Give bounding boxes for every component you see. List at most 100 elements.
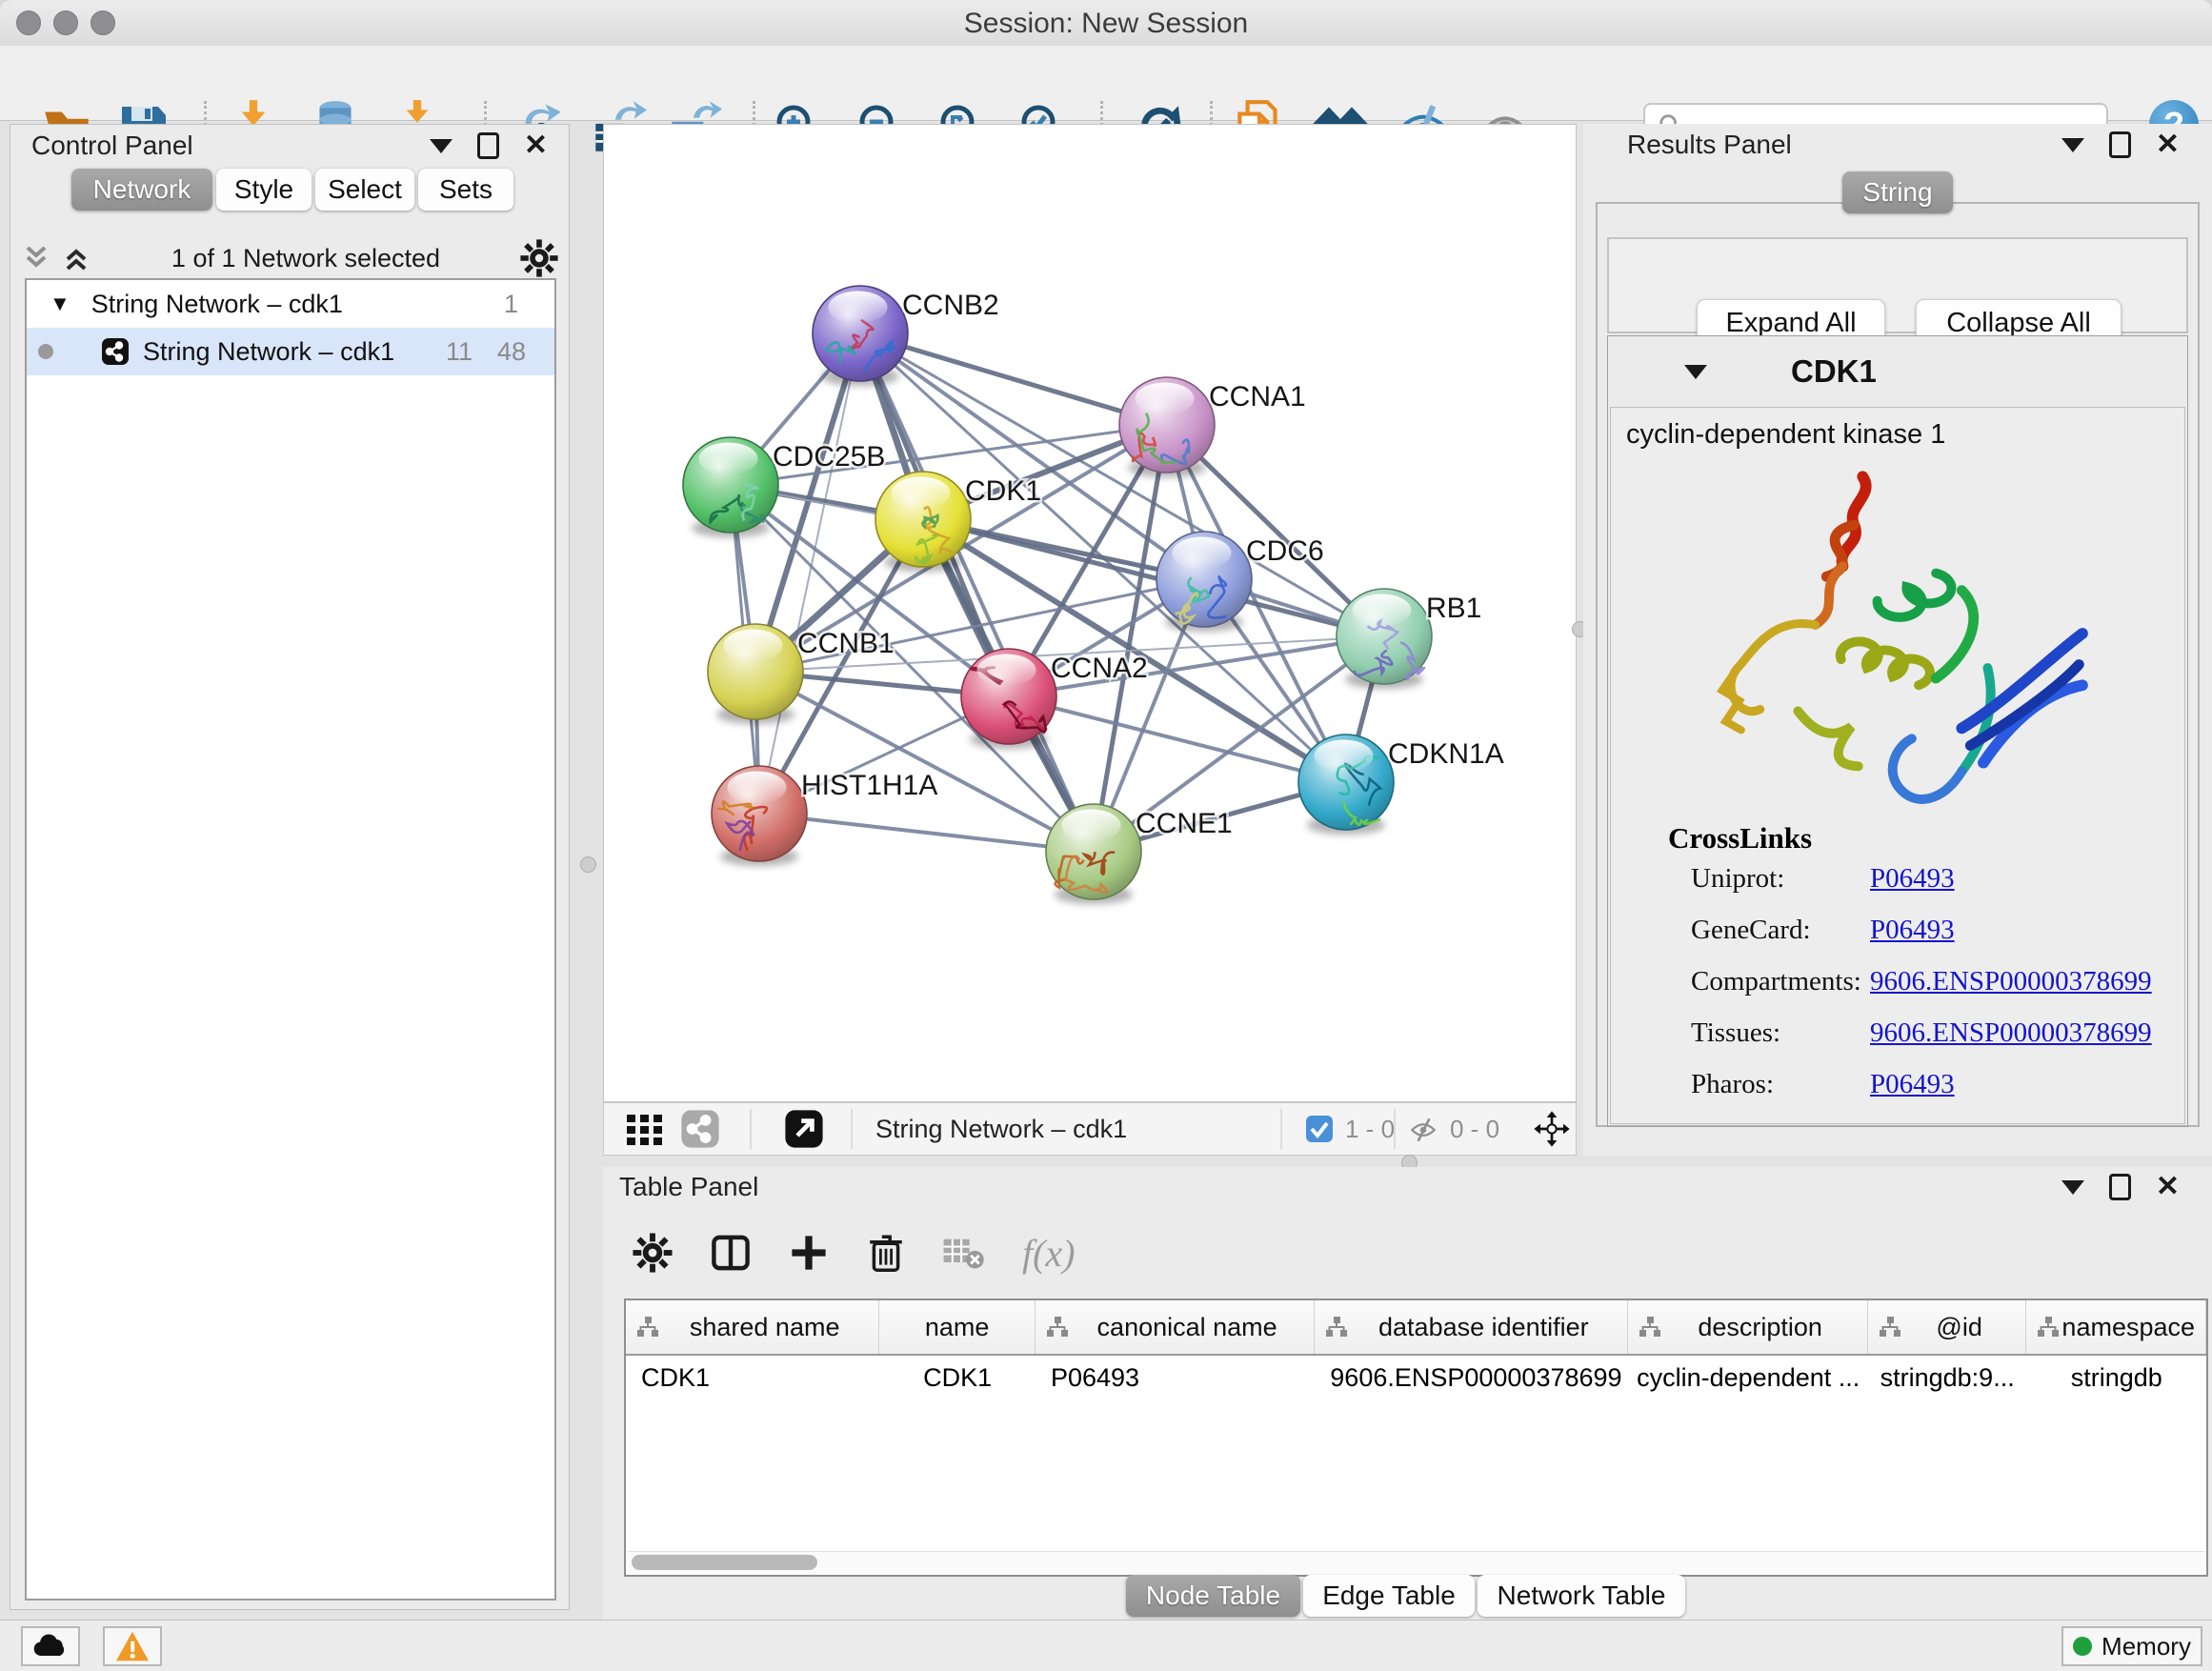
delete-trash-icon[interactable] bbox=[866, 1232, 906, 1274]
network-collection-row[interactable]: ▼ String Network – cdk1 1 bbox=[27, 280, 554, 328]
node-CDK1[interactable] bbox=[875, 472, 971, 572]
protein-structure-image bbox=[1654, 461, 2149, 823]
panel-menu-icon[interactable] bbox=[2061, 1180, 2084, 1195]
gene-section-header[interactable]: CDK1 bbox=[1608, 336, 2187, 407]
gene-description: cyclin-dependent kinase 1 bbox=[1626, 419, 1945, 451]
hidden-indicator: 0 - 0 bbox=[1406, 1103, 1499, 1155]
scrollbar-thumb[interactable] bbox=[632, 1555, 817, 1570]
tab-string[interactable]: String bbox=[1842, 171, 1953, 213]
show-columns-icon[interactable] bbox=[710, 1232, 752, 1274]
tab-sets[interactable]: Sets bbox=[418, 169, 513, 211]
close-panel-icon[interactable]: ✕ bbox=[2156, 134, 2180, 155]
warning-icon bbox=[114, 1630, 151, 1662]
fit-selected-button[interactable] bbox=[1533, 1103, 1571, 1155]
column-header-description[interactable]: description bbox=[1628, 1300, 1867, 1354]
column-header-name[interactable]: name bbox=[879, 1300, 1036, 1354]
panel-menu-icon[interactable] bbox=[430, 139, 452, 153]
float-panel-icon[interactable] bbox=[2109, 131, 2131, 158]
table-row[interactable]: CDK1CDK1P064939606.ENSP00000378699cyclin… bbox=[626, 1356, 2206, 1399]
hidden-counts: 0 - 0 bbox=[1450, 1115, 1499, 1144]
expand-all-chevron-icon[interactable] bbox=[20, 244, 52, 272]
crosslink-link[interactable]: P06493 bbox=[1870, 915, 1955, 946]
add-column-plus-icon[interactable] bbox=[788, 1232, 830, 1274]
tab-style[interactable]: Style bbox=[216, 169, 312, 211]
tab-network-table[interactable]: Network Table bbox=[1478, 1575, 1685, 1617]
column-type-icon bbox=[1045, 1316, 1070, 1339]
export-arrow-icon bbox=[784, 1109, 824, 1149]
float-panel-icon[interactable] bbox=[2109, 1174, 2131, 1200]
cloud-icon bbox=[31, 1633, 70, 1660]
tree-expander-icon[interactable]: ▼ bbox=[50, 292, 70, 316]
gene-section: CDK1 cyclin-dependent kinase 1 bbox=[1607, 335, 2188, 1127]
column-header--id[interactable]: @id bbox=[1868, 1300, 2027, 1354]
main-toolbar: ? bbox=[0, 46, 2212, 121]
close-panel-icon[interactable]: ✕ bbox=[524, 135, 548, 156]
column-header-namespace[interactable]: namespace bbox=[2026, 1300, 2206, 1354]
network-tree: ▼ String Network – cdk1 1 String Network… bbox=[25, 278, 556, 1601]
table-horizontal-scrollbar[interactable] bbox=[628, 1551, 2204, 1573]
table-panel: Table Panel ✕ f(x) shared namenamecanoni… bbox=[603, 1167, 2212, 1620]
network-type-button[interactable] bbox=[680, 1103, 720, 1155]
column-type-icon bbox=[1878, 1316, 1902, 1339]
crosslink-link[interactable]: 9606.ENSP00000378699 bbox=[1870, 1017, 2152, 1049]
tab-edge-table[interactable]: Edge Table bbox=[1303, 1575, 1475, 1617]
node-label-CDKN1A: CDKN1A bbox=[1388, 738, 1504, 770]
table-settings-gear-icon[interactable] bbox=[632, 1232, 674, 1274]
edge-count: 48 bbox=[497, 337, 526, 367]
column-type-icon bbox=[1324, 1316, 1349, 1339]
network-view-canvas[interactable]: CCNB2CCNA1CDC25BCDK1CDC6RB1CCNB1CCNA2CDK… bbox=[603, 124, 1577, 1102]
vertical-splitter-handle[interactable] bbox=[580, 856, 596, 873]
gear-icon[interactable] bbox=[519, 238, 559, 278]
crosslink-link[interactable]: 9606.ENSP00000378699 bbox=[1870, 966, 2152, 997]
current-network-dot-icon bbox=[38, 344, 53, 359]
tab-node-table[interactable]: Node Table bbox=[1126, 1575, 1300, 1617]
float-panel-icon[interactable] bbox=[477, 132, 499, 159]
statusbar-separator bbox=[1280, 1109, 1282, 1149]
crosslink-link[interactable]: P06493 bbox=[1870, 1069, 1955, 1100]
network-row-selected[interactable]: String Network – cdk1 11 48 bbox=[27, 328, 554, 375]
table-cell: stringdb:9... bbox=[1868, 1363, 2027, 1393]
column-header-database-identifier[interactable]: database identifier bbox=[1315, 1300, 1628, 1354]
table-cell: 9606.ENSP00000378699 bbox=[1315, 1363, 1628, 1393]
node-CDC6[interactable] bbox=[1156, 532, 1252, 632]
crosshair-icon bbox=[1533, 1110, 1571, 1148]
column-type-icon bbox=[2036, 1316, 2061, 1339]
node-CDKN1A[interactable] bbox=[1298, 735, 1394, 835]
app-window: Session: New Session bbox=[0, 0, 2212, 1671]
tab-select[interactable]: Select bbox=[315, 169, 414, 211]
node-RB1[interactable] bbox=[1337, 589, 1432, 689]
node-CDC25B[interactable] bbox=[683, 437, 778, 537]
crosslink-label: Pharos: bbox=[1691, 1069, 1774, 1100]
column-type-icon bbox=[635, 1316, 660, 1339]
string-results-container: Expand All Collapse All CDK1 cyclin-depe… bbox=[1596, 202, 2200, 1127]
table-cell: P06493 bbox=[1036, 1363, 1315, 1393]
node-CCNB1[interactable] bbox=[708, 624, 803, 724]
birds-eye-view-button[interactable] bbox=[623, 1103, 667, 1155]
collection-name: String Network – cdk1 bbox=[91, 290, 343, 319]
node-CCNE1[interactable] bbox=[1046, 804, 1141, 904]
table-cell: stringdb bbox=[2026, 1363, 2206, 1393]
edge-HIST1H1A-CCNE1 bbox=[759, 814, 1094, 852]
tab-network[interactable]: Network bbox=[71, 169, 212, 211]
network-graph[interactable]: CCNB2CCNA1CDC25BCDK1CDC6RB1CCNB1CCNA2CDK… bbox=[604, 125, 1576, 1101]
memory-status-dot bbox=[2073, 1637, 2092, 1656]
column-header-shared-name[interactable]: shared name bbox=[626, 1300, 879, 1354]
node-label-CCNB1: CCNB1 bbox=[797, 628, 895, 659]
node-HIST1H1A[interactable] bbox=[712, 766, 807, 866]
warnings-button[interactable] bbox=[103, 1626, 162, 1666]
section-expander-icon[interactable] bbox=[1684, 365, 1707, 379]
node-label-CCNB2: CCNB2 bbox=[902, 290, 999, 321]
table-header-row: shared namenamecanonical namedatabase id… bbox=[626, 1300, 2206, 1356]
collapse-all-chevron-icon[interactable] bbox=[60, 244, 92, 272]
column-header-canonical-name[interactable]: canonical name bbox=[1036, 1300, 1315, 1354]
node-CCNA1[interactable] bbox=[1119, 377, 1215, 477]
selected-counts: 1 - 0 bbox=[1345, 1115, 1395, 1144]
cloud-button[interactable] bbox=[21, 1626, 80, 1666]
memory-button[interactable]: Memory bbox=[2061, 1626, 2202, 1666]
panel-menu-icon[interactable] bbox=[2061, 138, 2084, 152]
statusbar-separator bbox=[851, 1109, 853, 1149]
open-in-window-button[interactable] bbox=[784, 1103, 824, 1155]
close-panel-icon[interactable]: ✕ bbox=[2156, 1177, 2180, 1198]
crosslink-link[interactable]: P06493 bbox=[1870, 863, 1955, 895]
statusbar-separator bbox=[1394, 1109, 1396, 1149]
